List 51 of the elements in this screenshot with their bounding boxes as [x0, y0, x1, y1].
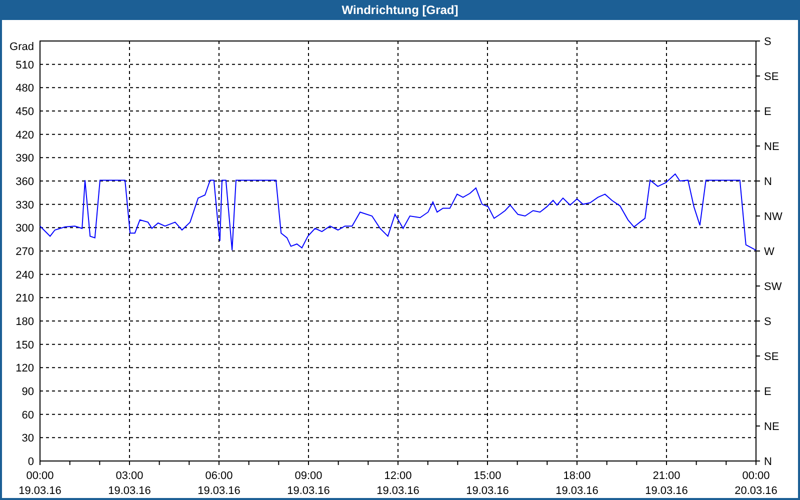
y-tick-label: 480	[16, 82, 34, 95]
compass-tick-label: E	[764, 106, 772, 118]
x-tick-label: 18:00	[563, 470, 591, 482]
y-tick-label: 150	[16, 339, 34, 352]
compass-tick-label: SE	[764, 71, 779, 83]
y-tick-label: 30	[22, 432, 34, 445]
x-date-label: 19.03.16	[108, 485, 151, 497]
y-axis-label: Grad	[10, 41, 34, 53]
y-tick-label: 270	[16, 246, 34, 258]
x-date-label: 19.03.16	[645, 485, 688, 497]
compass-tick-label: SW	[764, 281, 782, 293]
x-tick-label: 09:00	[294, 470, 322, 482]
y-tick-label: 240	[16, 269, 34, 282]
y-tick-label: 0	[28, 456, 34, 468]
compass-tick-label: S	[764, 36, 772, 48]
y-tick-label: 450	[16, 106, 34, 118]
x-date-label: 19.03.16	[556, 485, 598, 497]
compass-tick-label: NW	[764, 211, 782, 223]
x-tick-label: 03:00	[116, 470, 144, 482]
y-tick-label: 300	[16, 222, 34, 235]
y-tick-label: 60	[22, 409, 34, 422]
x-tick-label: 00:00	[26, 470, 54, 482]
window-title: Windrichtung [Grad]	[342, 2, 458, 19]
x-tick-label: 06:00	[205, 470, 233, 482]
x-date-label: 19.03.16	[466, 485, 509, 497]
x-date-label: 19.03.16	[18, 485, 62, 497]
y-tick-label: 510	[16, 59, 34, 72]
y-tick-label: 420	[16, 129, 34, 142]
y-tick-label: 390	[16, 152, 34, 165]
y-tick-label: 360	[16, 176, 34, 188]
x-date-label: 19.03.16	[287, 485, 330, 497]
y-tick-label: 180	[16, 316, 34, 328]
compass-tick-label: S	[764, 316, 772, 328]
x-tick-label: 21:00	[652, 470, 680, 482]
y-tick-label: 330	[16, 199, 34, 212]
compass-tick-label: E	[764, 386, 772, 398]
y-tick-label: 90	[22, 386, 34, 398]
x-tick-label: 15:00	[474, 470, 502, 482]
compass-tick-label: NE	[764, 421, 780, 433]
y-tick-label: 120	[16, 362, 34, 375]
compass-tick-label: W	[764, 246, 774, 258]
x-tick-label: 12:00	[384, 470, 412, 482]
y-tick-label: 210	[16, 292, 34, 305]
x-date-label: 20.03.16	[734, 485, 778, 497]
x-date-label: 19.03.16	[376, 485, 420, 497]
x-date-label: 19.03.16	[198, 485, 240, 497]
compass-tick-label: N	[764, 176, 772, 188]
compass-tick-label: SE	[764, 351, 779, 363]
compass-tick-label: NE	[764, 141, 780, 153]
x-tick-label: 00:00	[742, 470, 770, 482]
compass-tick-label: N	[764, 456, 772, 468]
